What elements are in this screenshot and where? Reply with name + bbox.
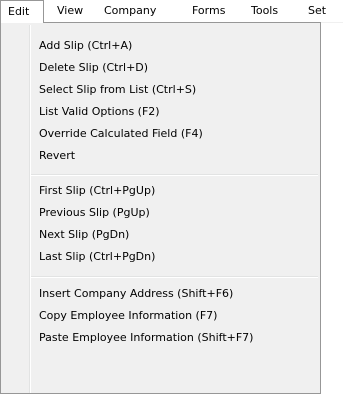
- menu-tools[interactable]: Tools: [251, 0, 278, 22]
- menu-item-label: Previous Slip (PgUp): [39, 206, 150, 219]
- menu-company[interactable]: Company: [104, 0, 156, 22]
- menu-separator: [31, 174, 318, 176]
- menu-item-select-slip[interactable]: Select Slip from List (Ctrl+S): [3, 79, 318, 101]
- menu-item-insert-company-address[interactable]: Insert Company Address (Shift+F6): [3, 283, 318, 305]
- menu-edit[interactable]: Edit: [0, 0, 44, 23]
- menu-item-first-slip[interactable]: First Slip (Ctrl+PgUp): [3, 180, 318, 202]
- menu-bar: Edit View Company Forms Tools Set: [0, 0, 343, 23]
- menu-item-label: Next Slip (PgDn): [39, 228, 130, 241]
- menu-setup-label: Set: [308, 4, 327, 17]
- menu-edit-label: Edit: [8, 5, 30, 18]
- menu-forms[interactable]: Forms: [192, 0, 225, 22]
- menu-item-previous-slip[interactable]: Previous Slip (PgUp): [3, 202, 318, 224]
- menu-item-last-slip[interactable]: Last Slip (Ctrl+PgDn): [3, 246, 318, 268]
- menu-separator: [31, 276, 318, 278]
- menu-item-delete-slip[interactable]: Delete Slip (Ctrl+D): [3, 57, 318, 79]
- menu-item-label: Insert Company Address (Shift+F6): [39, 287, 234, 300]
- menu-item-label: Add Slip (Ctrl+A): [39, 39, 133, 52]
- menu-item-list-valid-options[interactable]: List Valid Options (F2): [3, 101, 318, 123]
- menu-item-label: Paste Employee Information (Shift+F7): [39, 331, 254, 344]
- menu-item-label: List Valid Options (F2): [39, 105, 160, 118]
- menu-view-label: View: [57, 4, 84, 17]
- menu-company-label: Company: [104, 4, 157, 17]
- menu-item-label: Override Calculated Field (F4): [39, 127, 203, 140]
- menu-view[interactable]: View: [57, 0, 83, 22]
- menu-item-add-slip[interactable]: Add Slip (Ctrl+A): [3, 35, 318, 57]
- menu-item-label: Delete Slip (Ctrl+D): [39, 61, 149, 74]
- menu-item-override-calculated-field[interactable]: Override Calculated Field (F4): [3, 123, 318, 145]
- menu-forms-label: Forms: [192, 4, 226, 17]
- menu-setup[interactable]: Set: [308, 0, 326, 22]
- menu-item-label: Last Slip (Ctrl+PgDn): [39, 250, 156, 263]
- menu-item-label: Revert: [39, 149, 76, 162]
- menu-item-label: Copy Employee Information (F7): [39, 309, 218, 322]
- menu-item-label: First Slip (Ctrl+PgUp): [39, 184, 156, 197]
- menu-item-copy-employee-information[interactable]: Copy Employee Information (F7): [3, 305, 318, 327]
- menu-item-next-slip[interactable]: Next Slip (PgDn): [3, 224, 318, 246]
- menu-tools-label: Tools: [251, 4, 279, 17]
- menu-item-label: Select Slip from List (Ctrl+S): [39, 83, 197, 96]
- edit-dropdown-menu: Add Slip (Ctrl+A) Delete Slip (Ctrl+D) S…: [0, 22, 321, 394]
- menu-item-paste-employee-information[interactable]: Paste Employee Information (Shift+F7): [3, 327, 318, 349]
- menu-item-revert[interactable]: Revert: [3, 145, 318, 167]
